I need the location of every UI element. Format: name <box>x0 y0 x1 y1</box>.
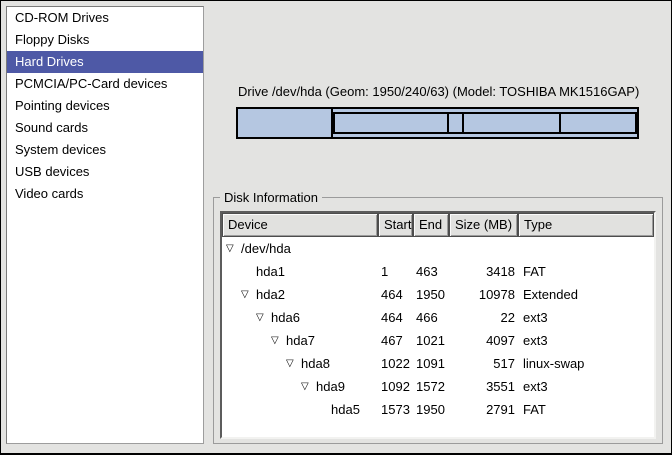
device-name: hda7 <box>286 329 315 352</box>
device-name: hda5 <box>331 398 360 421</box>
cell-end: 1572 <box>413 375 449 398</box>
column-header-start[interactable]: Start <box>378 213 413 237</box>
column-header-end[interactable]: End <box>413 213 449 237</box>
device-name: /dev/hda <box>241 237 291 260</box>
cell-end: 466 <box>413 306 449 329</box>
table-row-hda1[interactable]: hda1 14633418FAT <box>222 260 654 283</box>
sidebar-item-usb-devices[interactable]: USB devices <box>7 161 203 183</box>
cell-size: 4097 <box>449 329 518 352</box>
cell-type: Extended <box>518 283 654 306</box>
partition-divider <box>462 114 464 132</box>
expander-icon[interactable]: ▽ <box>286 352 301 375</box>
sidebar-item-floppy-disks[interactable]: Floppy Disks <box>7 29 203 51</box>
sidebar-item-pcmcia-pc-card-devices[interactable]: PCMCIA/PC-Card devices <box>7 73 203 95</box>
cell-size: 3551 <box>449 375 518 398</box>
device-name: hda9 <box>316 375 345 398</box>
sidebar-item-hard-drives[interactable]: Hard Drives <box>7 51 203 73</box>
disk-info-table-header: DeviceStartEndSize (MB)Type <box>222 213 654 237</box>
sidebar-item-video-cards[interactable]: Video cards <box>7 183 203 205</box>
expander-icon[interactable]: ▽ <box>256 306 271 329</box>
cell-size: 517 <box>449 352 518 375</box>
sidebar-item-sound-cards[interactable]: Sound cards <box>7 117 203 139</box>
partition-divider <box>559 114 561 132</box>
hardware-browser-window: CD-ROM DrivesFloppy DisksHard DrivesPCMC… <box>0 0 672 455</box>
device-name: hda1 <box>256 260 285 283</box>
cell-size: 10978 <box>449 283 518 306</box>
sidebar-item-pointing-devices[interactable]: Pointing devices <box>7 95 203 117</box>
cell-type: ext3 <box>518 329 654 352</box>
device-name: hda8 <box>301 352 330 375</box>
sidebar-item-system-devices[interactable]: System devices <box>7 139 203 161</box>
cell-start: 1022 <box>378 352 413 375</box>
drive-summary-label: Drive /dev/hda (Geom: 1950/240/63) (Mode… <box>238 84 639 99</box>
cell-start: 1092 <box>378 375 413 398</box>
column-header-type[interactable]: Type <box>518 213 654 237</box>
cell-end <box>413 237 449 260</box>
device-category-list[interactable]: CD-ROM DrivesFloppy DisksHard DrivesPCMC… <box>6 6 204 444</box>
cell-start: 1573 <box>378 398 413 421</box>
table-row-hda6[interactable]: ▽hda6 46446622ext3 <box>222 306 654 329</box>
cell-size: 3418 <box>449 260 518 283</box>
expander-icon[interactable]: ▽ <box>271 329 286 352</box>
cell-type: ext3 <box>518 375 654 398</box>
disk-info-table: DeviceStartEndSize (MB)Type ▽/dev/hdahda… <box>220 211 656 439</box>
cell-end: 1021 <box>413 329 449 352</box>
device-name: hda6 <box>271 306 300 329</box>
cell-type: ext3 <box>518 306 654 329</box>
cell-size <box>449 237 518 260</box>
cell-size: 2791 <box>449 398 518 421</box>
cell-type: FAT <box>518 260 654 283</box>
expander-icon[interactable]: ▽ <box>301 375 316 398</box>
table-row-hda7[interactable]: ▽hda7 46710214097ext3 <box>222 329 654 352</box>
cell-start: 464 <box>378 283 413 306</box>
table-row-hda5[interactable]: hda5 157319502791FAT <box>222 398 654 421</box>
disk-info-table-body: ▽/dev/hdahda114633418FAT▽hda246419501097… <box>222 237 654 421</box>
sidebar-item-cd-rom-drives[interactable]: CD-ROM Drives <box>7 7 203 29</box>
cell-start: 464 <box>378 306 413 329</box>
disk-information-frame-label: Disk Information <box>220 190 322 205</box>
table-row-hda9[interactable]: ▽hda9 109215723551ext3 <box>222 375 654 398</box>
cell-size: 22 <box>449 306 518 329</box>
disk-information-frame: Disk Information DeviceStartEndSize (MB)… <box>213 197 663 444</box>
device-name: hda2 <box>256 283 285 306</box>
cell-end: 1091 <box>413 352 449 375</box>
cell-type: FAT <box>518 398 654 421</box>
cell-start: 467 <box>378 329 413 352</box>
column-header-size-mb-[interactable]: Size (MB) <box>449 213 518 237</box>
expander-icon[interactable]: ▽ <box>226 237 241 260</box>
cell-end: 463 <box>413 260 449 283</box>
table-row-hda2[interactable]: ▽hda2 464195010978Extended <box>222 283 654 306</box>
table-row-hda8[interactable]: ▽hda8 10221091517linux-swap <box>222 352 654 375</box>
extended-partition-region <box>333 112 637 134</box>
expander-icon[interactable]: ▽ <box>241 283 256 306</box>
partition-divider <box>447 114 449 132</box>
cell-end: 1950 <box>413 283 449 306</box>
cell-end: 1950 <box>413 398 449 421</box>
column-header-device[interactable]: Device <box>222 213 378 237</box>
cell-type: linux-swap <box>518 352 654 375</box>
cell-start <box>378 237 413 260</box>
partition-segment-primary <box>238 109 333 137</box>
table-row--dev-hda[interactable]: ▽/dev/hda <box>222 237 654 260</box>
disk-partition-bar <box>236 107 639 139</box>
cell-start: 1 <box>378 260 413 283</box>
cell-type <box>518 237 654 260</box>
